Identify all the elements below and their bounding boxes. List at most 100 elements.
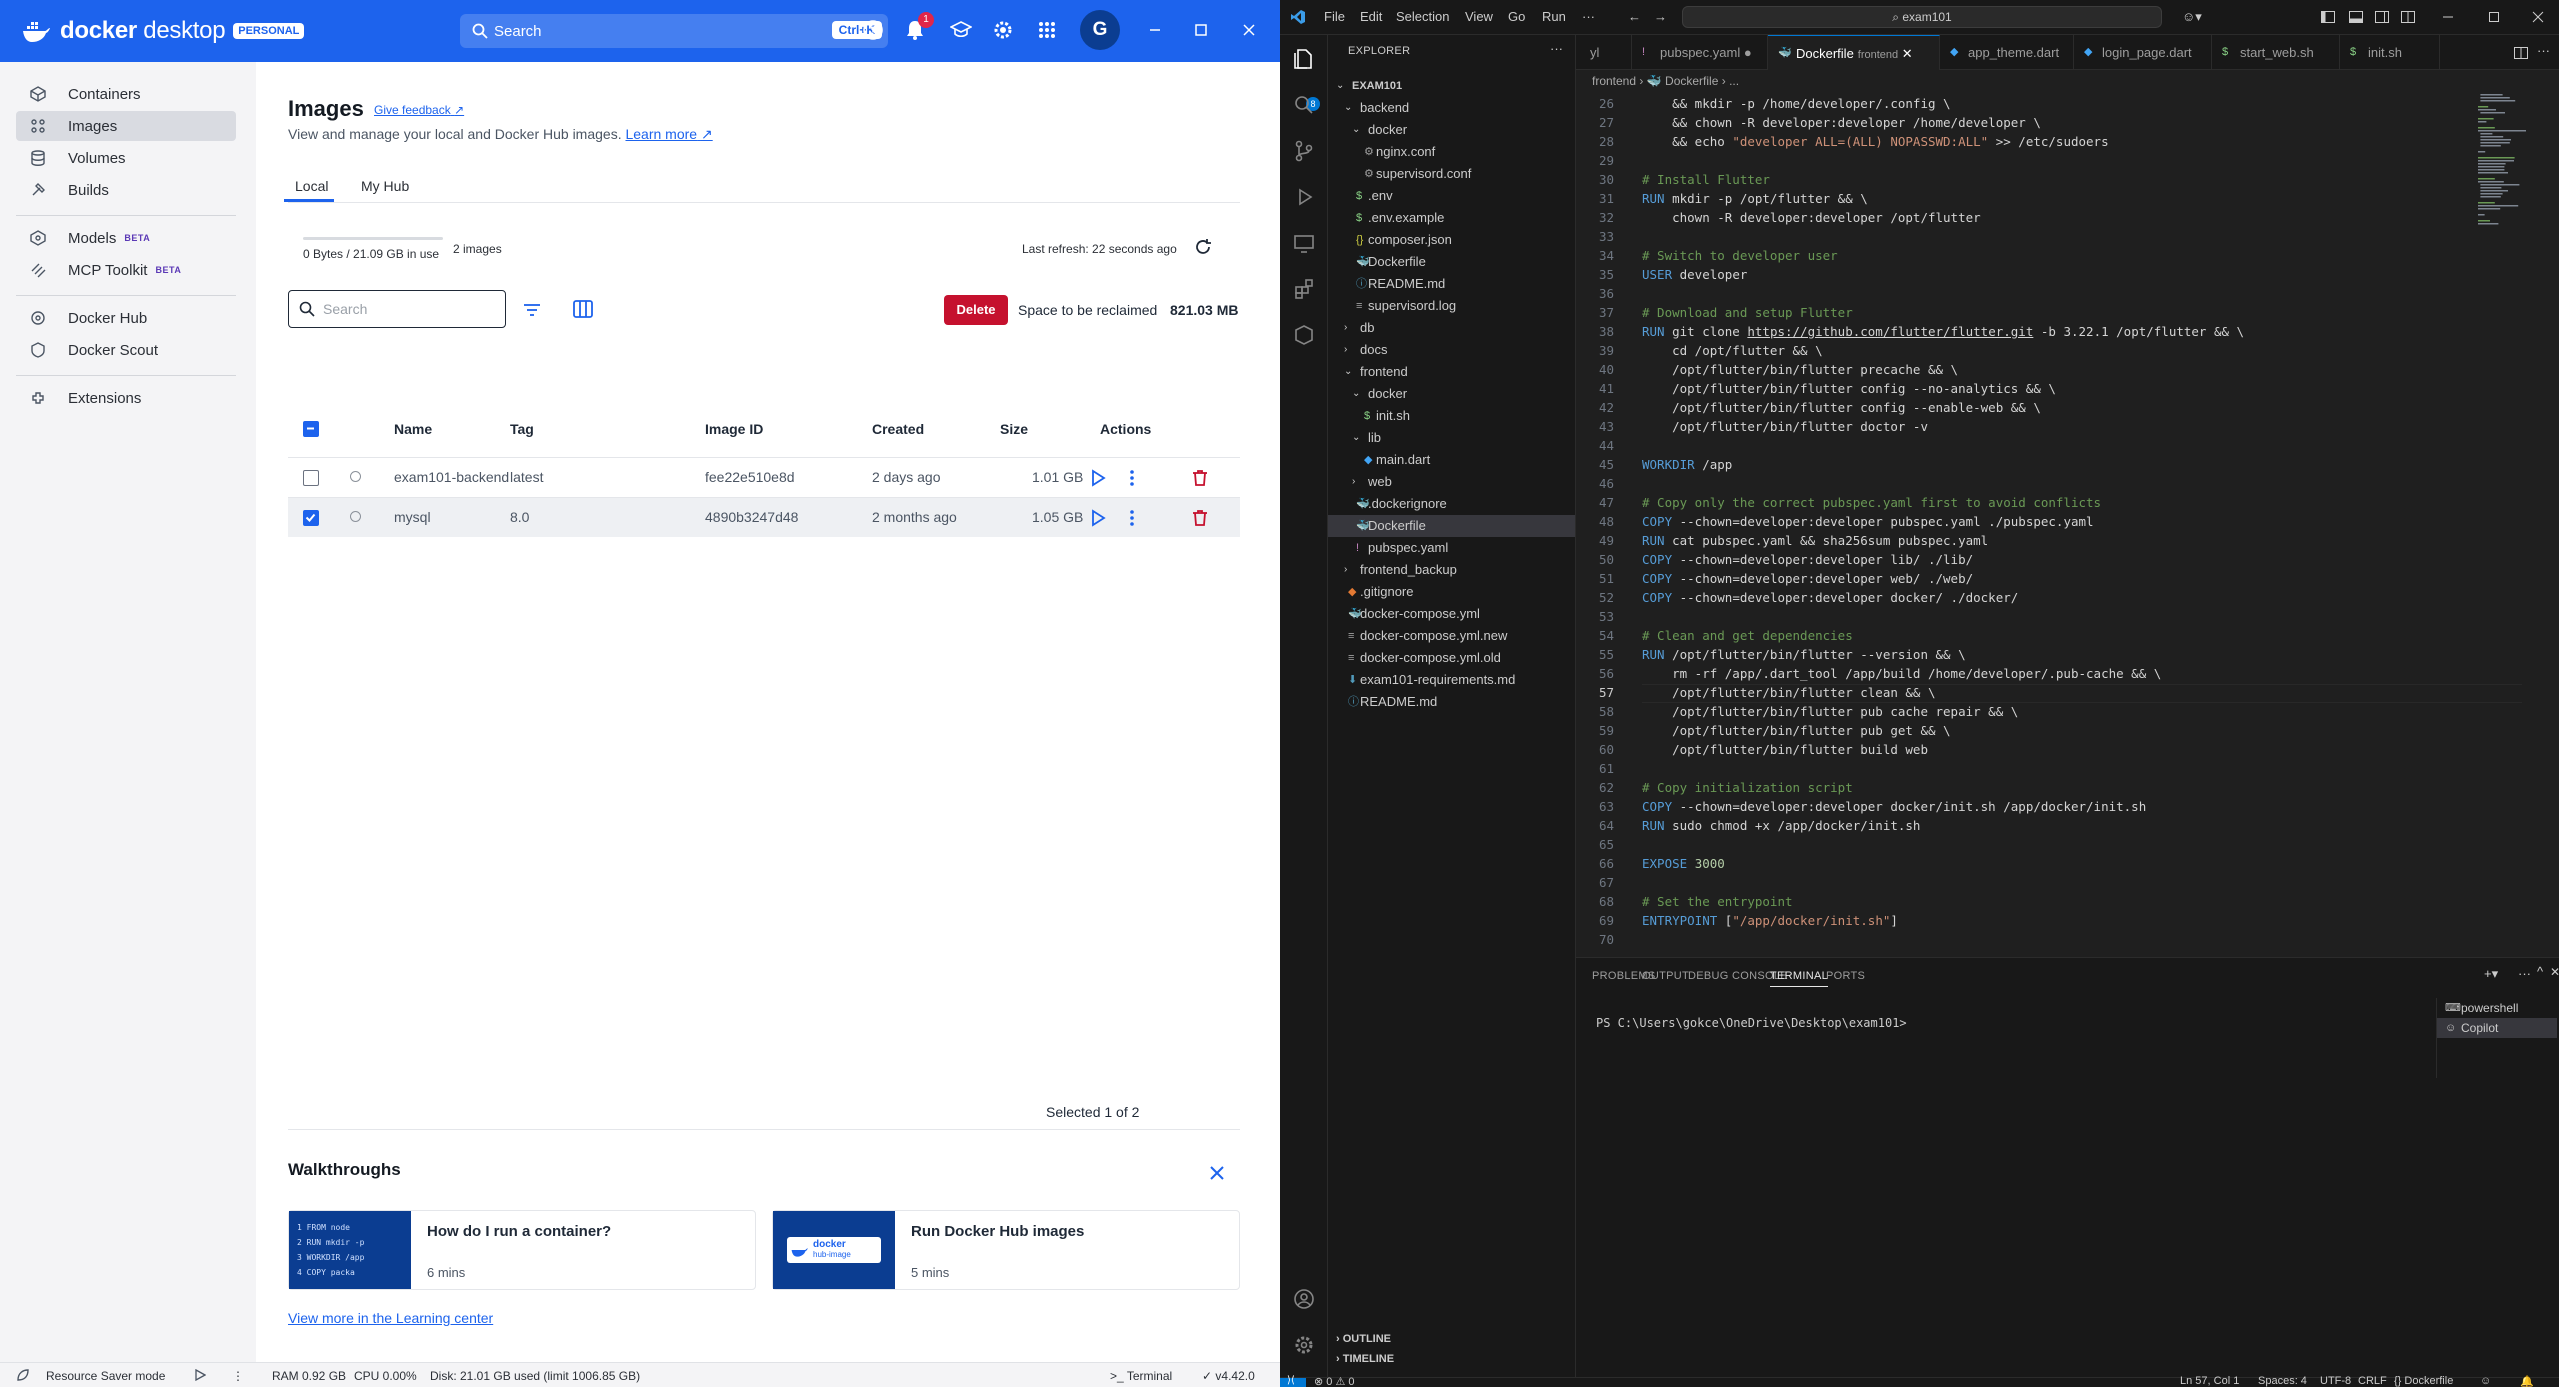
more-options-icon[interactable] <box>1122 508 1142 528</box>
maximize-icon[interactable] <box>2486 9 2502 25</box>
tree-file[interactable]: ◆ .gitignore <box>1328 581 1575 603</box>
tree-folder[interactable]: ⌄ backend <box>1328 97 1575 119</box>
close-icon[interactable] <box>1208 1164 1226 1182</box>
tab-dockerfile[interactable]: 🐳 Dockerfile frontend ✕ <box>1768 35 1940 70</box>
walkthrough-card-hub-images[interactable]: docker hub-image Run Docker Hub images 5… <box>772 1210 1240 1290</box>
tree-file[interactable]: ⓘ README.md <box>1328 273 1575 295</box>
image-name[interactable]: mysql <box>394 509 431 525</box>
breadcrumb-item[interactable]: frontend <box>1592 74 1636 88</box>
tab-local[interactable]: Local <box>295 178 328 194</box>
terminal-prompt[interactable]: PS C:\Users\gokce\OneDrive\Desktop\exam1… <box>1596 1016 1907 1030</box>
column-header-size[interactable]: Size <box>1000 421 1028 437</box>
panel-tab-ports[interactable]: PORTS <box>1826 970 1865 982</box>
sidebar-item-extensions[interactable]: Extensions <box>16 383 236 413</box>
customize-layout-icon[interactable] <box>2400 9 2416 25</box>
tree-folder[interactable]: ⌄ frontend <box>1328 361 1575 383</box>
delete-button[interactable]: Delete <box>944 295 1008 325</box>
column-header-created[interactable]: Created <box>872 421 924 437</box>
toggle-secondary-sidebar-icon[interactable] <box>2374 9 2390 25</box>
menu-run[interactable]: Run <box>1542 9 1566 24</box>
filter-icon[interactable] <box>522 300 542 320</box>
table-row[interactable]: mysql 8.0 4890b3247d48 2 months ago 1.05… <box>288 497 1240 537</box>
source-control-icon[interactable] <box>1292 139 1316 163</box>
tree-folder[interactable]: ⌄ docker <box>1328 119 1575 141</box>
sidebar-item-volumes[interactable]: Volumes <box>16 143 236 173</box>
tree-folder[interactable]: ⌄ lib <box>1328 427 1575 449</box>
more-options-icon[interactable] <box>1122 468 1142 488</box>
row-checkbox[interactable] <box>303 510 319 526</box>
tree-file[interactable]: 🐳 docker-compose.yml <box>1328 603 1575 625</box>
back-arrow-icon[interactable]: ← <box>1628 9 1641 24</box>
columns-icon[interactable] <box>572 298 594 320</box>
minimize-icon[interactable] <box>1144 19 1166 41</box>
tree-file[interactable]: ◆ main.dart <box>1328 449 1575 471</box>
close-panel-icon[interactable]: ✕ <box>2550 965 2559 979</box>
minimap[interactable] <box>2476 92 2536 252</box>
sidebar-item-builds[interactable]: Builds <box>16 175 236 205</box>
tab-login-page-dart[interactable]: ◆ login_page.dart <box>2074 35 2212 70</box>
panel-tab-terminal[interactable]: TERMINAL <box>1770 970 1829 987</box>
menu-edit[interactable]: Edit <box>1360 9 1382 24</box>
resource-saver-mode[interactable]: Resource Saver mode <box>46 1369 165 1383</box>
apps-grid-icon[interactable] <box>1036 19 1058 41</box>
tree-file[interactable]: ⬇ exam101-requirements.md <box>1328 669 1575 691</box>
encoding[interactable]: UTF-8 <box>2320 1375 2351 1387</box>
tree-file[interactable]: 🐳 Dockerfile <box>1328 251 1575 273</box>
terminal-copilot[interactable]: ☺ Copilot <box>2437 1018 2557 1038</box>
tab-truncated[interactable]: yl <box>1576 35 1632 70</box>
maximize-panel-icon[interactable]: ^ <box>2537 964 2543 979</box>
explorer-icon[interactable] <box>1292 47 1316 71</box>
remote-explorer-icon[interactable] <box>1292 231 1316 255</box>
images-search-input[interactable]: Search <box>288 290 506 328</box>
more-actions-icon[interactable]: ··· <box>2518 966 2531 981</box>
notifications-icon[interactable]: 🔔 <box>2520 1375 2534 1387</box>
code-editor[interactable]: 26 && mkdir -p /home/developer/.config \… <box>1576 92 2559 957</box>
tree-folder[interactable]: › web <box>1328 471 1575 493</box>
line-endings[interactable]: CRLF <box>2358 1375 2387 1387</box>
run-icon[interactable] <box>1088 508 1108 528</box>
select-all-checkbox[interactable] <box>303 421 319 437</box>
tree-file[interactable]: ⚙ nginx.conf <box>1328 141 1575 163</box>
tree-file[interactable]: ≡ docker-compose.yml.old <box>1328 647 1575 669</box>
tree-file[interactable]: ≡ docker-compose.yml.new <box>1328 625 1575 647</box>
table-row[interactable]: exam101-backend latest fee22e510e8d 2 da… <box>288 457 1240 497</box>
column-header-image-id[interactable]: Image ID <box>705 421 763 437</box>
play-icon[interactable] <box>194 1369 206 1381</box>
give-feedback-link[interactable]: Give feedback ↗ <box>374 103 464 117</box>
sidebar-item-containers[interactable]: Containers <box>16 79 236 109</box>
column-header-tag[interactable]: Tag <box>510 421 534 437</box>
close-icon[interactable] <box>2530 9 2546 25</box>
menu-more[interactable]: ··· <box>1582 9 1595 24</box>
remote-indicator[interactable]: ⟩⟨ <box>1280 1375 1306 1387</box>
minimize-icon[interactable] <box>2440 9 2456 25</box>
tab-init-sh[interactable]: $ init.sh <box>2340 35 2440 70</box>
tree-file[interactable]: 🐳 .dockerignore <box>1328 493 1575 515</box>
menu-selection[interactable]: Selection <box>1396 9 1449 24</box>
walkthrough-card-run-container[interactable]: 1 FROM node 2 RUN mkdir -p 3 WORKDIR /ap… <box>288 1210 756 1290</box>
avatar[interactable]: G <box>1080 10 1120 50</box>
refresh-icon[interactable] <box>1192 236 1214 258</box>
more-actions-icon[interactable]: ··· <box>1550 41 1563 56</box>
timeline-section[interactable]: › TIMELINE <box>1336 1353 1394 1365</box>
command-center[interactable]: ⌕ exam101 <box>1682 6 2162 28</box>
toggle-primary-sidebar-icon[interactable] <box>2320 9 2336 25</box>
run-debug-icon[interactable] <box>1292 185 1316 209</box>
docker-extension-icon[interactable] <box>1292 323 1316 347</box>
tree-file[interactable]: $ .env <box>1328 185 1575 207</box>
tab-my-hub[interactable]: My Hub <box>361 178 409 194</box>
row-checkbox[interactable] <box>303 470 319 486</box>
outline-section[interactable]: › OUTLINE <box>1336 1333 1391 1345</box>
sidebar-item-docker-hub[interactable]: Docker Hub <box>16 303 236 333</box>
tree-file[interactable]: ! pubspec.yaml <box>1328 537 1575 559</box>
search-icon[interactable] <box>1292 93 1316 117</box>
tree-file[interactable]: ⚙ supervisord.conf <box>1328 163 1575 185</box>
learning-center-link[interactable]: View more in the Learning center <box>288 1310 493 1326</box>
problems-count[interactable]: ⊗ 0 ⚠ 0 <box>1314 1375 1354 1387</box>
sidebar-item-mcp-toolkit[interactable]: MCP Toolkit BETA <box>16 255 236 285</box>
sidebar-item-images[interactable]: Images <box>16 111 236 141</box>
run-icon[interactable] <box>1088 468 1108 488</box>
tree-file[interactable]: ≡ supervisord.log <box>1328 295 1575 317</box>
delete-icon[interactable] <box>1190 508 1210 528</box>
tree-file[interactable]: ⓘ README.md <box>1328 691 1575 713</box>
tab-pubspec-yaml[interactable]: ! pubspec.yaml ● <box>1632 35 1768 70</box>
